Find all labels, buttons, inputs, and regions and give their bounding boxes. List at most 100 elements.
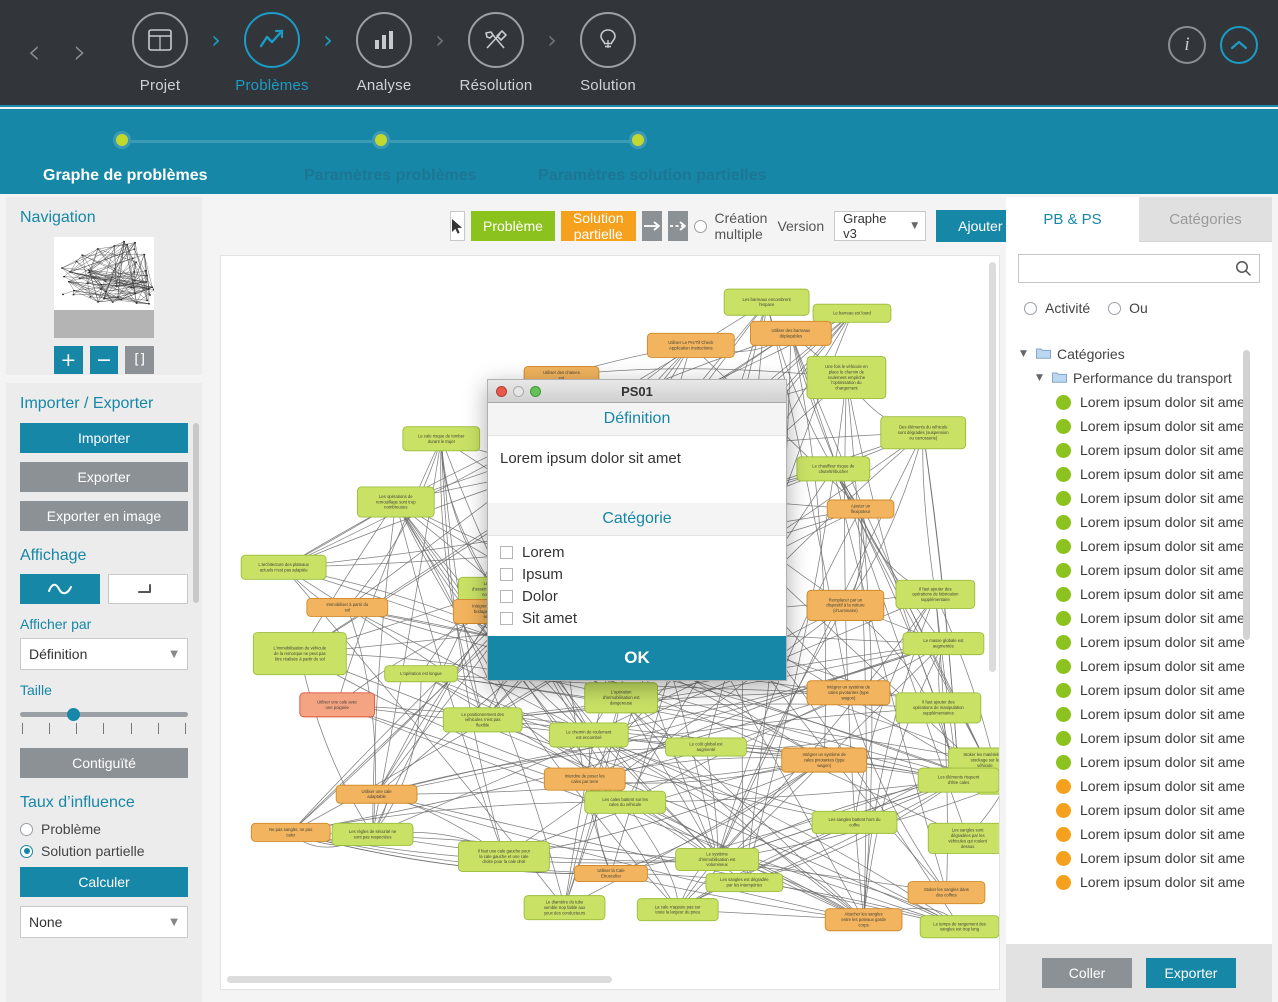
close-icon[interactable] (496, 386, 507, 397)
graph-node[interactable]: Le systèmed'immobilisation estvolumineux (676, 848, 759, 870)
graph-node[interactable]: Stoker les sangles dansdes coffres (908, 882, 985, 904)
graph-node[interactable]: Les opérations deremouillage sont tropno… (357, 487, 434, 517)
search-input[interactable] (1019, 255, 1259, 282)
tree-leaf-item[interactable]: Lorem ipsum dolor sit ame (1020, 510, 1272, 534)
graph-node[interactable]: Le chemin de roulementest encombré (549, 723, 628, 747)
ok-button[interactable]: OK (488, 636, 786, 680)
arrow-dashed-right-icon[interactable] (668, 211, 688, 241)
minimap-viewport[interactable] (54, 310, 154, 338)
graph-node[interactable]: Le barreau est lourd (813, 304, 891, 322)
graph-node[interactable]: La cale n'appuie pas surtoute la largeur… (637, 899, 718, 921)
checkbox[interactable] (500, 546, 513, 559)
graph-node[interactable]: L'opérationd'immobilisation estdangereus… (585, 683, 658, 713)
checkbox-item[interactable]: Ipsum (500, 566, 774, 583)
collapse-chevron-up-icon[interactable] (1220, 26, 1258, 64)
creation-multiple-toggle[interactable]: Création multiple (694, 210, 768, 242)
radio-activite[interactable]: Activité (1024, 300, 1090, 316)
tree-leaf-item[interactable]: Lorem ipsum dolor sit ame (1020, 702, 1272, 726)
checkbox[interactable] (500, 568, 513, 581)
graph-node[interactable]: Intégrer un système decales pivotantes (… (807, 681, 890, 705)
tree-leaf-item[interactable]: Lorem ipsum dolor sit ame (1020, 726, 1272, 750)
graph-node[interactable]: L'opération est longue (385, 666, 458, 682)
checkbox-item[interactable]: Lorem (500, 544, 774, 561)
graph-node[interactable]: Une fois le véhicule enplace le chemin d… (807, 356, 886, 398)
slider-thumb[interactable] (67, 708, 80, 721)
fit-to-screen-button[interactable]: [] (125, 346, 154, 374)
graph-node[interactable]: Le chauffeur risque dechute/trébucher (797, 457, 870, 481)
coller-button[interactable]: Coller (1042, 958, 1132, 988)
graph-node[interactable]: Le cale risque de tomberdurant le trajet (403, 427, 480, 451)
tree-leaf-item[interactable]: Lorem ipsum dolor sit ame (1020, 798, 1272, 822)
graph-node[interactable]: L'architecture des plateauxactuels n'est… (241, 555, 326, 579)
canvas-vertical-scrollbar[interactable] (989, 262, 996, 672)
step-line-icon[interactable] (108, 574, 188, 604)
tree-node-root[interactable]: ▼ Catégories (1020, 342, 1272, 366)
graph-node[interactable]: Le diamètre du tubesemble trop faible au… (524, 896, 605, 920)
tree-leaf-item[interactable]: Lorem ipsum dolor sit ame (1020, 462, 1272, 486)
radio-probleme[interactable]: Problème (20, 821, 188, 837)
chevron-down-icon[interactable]: ▼ (1036, 373, 1046, 383)
arrow-right-icon[interactable] (642, 211, 662, 241)
graph-node[interactable]: Attacher les sanglesentre les poteaux ga… (825, 909, 902, 931)
graph-node[interactable]: Le coût global estaugmenté (666, 738, 747, 756)
tree-leaf-item[interactable]: Lorem ipsum dolor sit ame (1020, 846, 1272, 870)
back-icon[interactable]: ‹ (18, 32, 50, 74)
checkbox[interactable] (500, 590, 513, 603)
graph-node[interactable]: Les cales battent sur lescales du véhicu… (585, 791, 666, 813)
tree-leaf-item[interactable]: Lorem ipsum dolor sit ame (1020, 558, 1272, 582)
graph-node[interactable]: Les sangles battent hors ducoffre (812, 811, 897, 833)
import-button[interactable]: Importer (20, 423, 188, 453)
step-problemes[interactable]: Problèmes (230, 12, 314, 94)
graph-node[interactable]: Remplacer par undispositif à la voiture(… (807, 590, 884, 620)
definition-text[interactable]: Lorem ipsum dolor sit amet (488, 436, 786, 503)
forward-icon[interactable]: › (64, 32, 96, 74)
graph-node[interactable]: Il faut une cale gauche pourla cale gauc… (458, 841, 549, 871)
step-resolution[interactable]: Résolution (454, 12, 538, 94)
export-image-button[interactable]: Exporter en image (20, 501, 188, 531)
tree-node-child[interactable]: ▼ Performance du transport (1020, 366, 1272, 390)
graph-node[interactable]: Il faut ajouter desopérations de manipul… (896, 693, 981, 723)
graph-node[interactable]: Utiliser une caleadaptable (336, 785, 417, 803)
graph-node[interactable]: Les règles de sécurité nesont pas respec… (332, 823, 413, 845)
graph-node[interactable]: Le masse globale estaugmentée (903, 633, 984, 655)
minimize-icon[interactable] (513, 386, 524, 397)
radio-solution-partielle[interactable]: Solution partielle (20, 843, 188, 859)
graph-node[interactable]: L'immobilisation du véhiculede la remorq… (253, 633, 346, 675)
search-box[interactable] (1018, 254, 1260, 283)
ps01-dialog[interactable]: PS01 Définition Lorem ipsum dolor sit am… (487, 379, 787, 681)
tab-categories[interactable]: Catégories (1139, 197, 1272, 242)
tree-leaf-item[interactable]: Lorem ipsum dolor sit ame (1020, 414, 1272, 438)
influence-none-select[interactable]: None ▼ (20, 906, 188, 938)
checkbox[interactable] (500, 612, 513, 625)
maximize-icon[interactable] (530, 386, 541, 397)
graph-node[interactable]: Utiliser une cale avecune poignée (300, 693, 375, 717)
step-analyse[interactable]: Analyse (342, 12, 426, 94)
graph-node[interactable]: Utiliser la CaleEtrusculier (575, 865, 648, 881)
step-solution[interactable]: Solution (566, 12, 650, 94)
graph-node[interactable]: Ne pas sangler, ne pascaler (251, 823, 330, 841)
probleme-button[interactable]: Problème (471, 211, 555, 241)
step-projet[interactable]: Projet (118, 12, 202, 94)
graph-node[interactable]: Le positionnement desvéhicules n'est pas… (443, 708, 522, 732)
checkbox-item[interactable]: Sit amet (500, 610, 774, 627)
sidebar-scrollbar[interactable] (193, 423, 199, 986)
graph-node[interactable]: Les sangles est dégradéepar les intempér… (706, 874, 783, 892)
version-select[interactable]: Graphe v3 ▼ (834, 211, 926, 241)
graph-node[interactable]: Les barreaux encombrentl'espace (724, 289, 809, 315)
calculer-button[interactable]: Calculer (20, 867, 188, 897)
taille-slider[interactable] (20, 708, 188, 720)
minimap[interactable] (54, 237, 154, 310)
tree-leaf-item[interactable]: Lorem ipsum dolor sit ame (1020, 654, 1272, 678)
tree-leaf-item[interactable]: Lorem ipsum dolor sit ame (1020, 774, 1272, 798)
graph-node[interactable]: Utiliser des barreauxdéplaçables (750, 321, 831, 345)
tab-pb-ps[interactable]: PB & PS (1006, 197, 1139, 242)
zoom-out-button[interactable]: − (90, 346, 119, 374)
tree-leaf-item[interactable]: Lorem ipsum dolor sit ame (1020, 390, 1272, 414)
graph-node[interactable]: Immobiliser à partir dusol (307, 598, 388, 616)
tree-leaf-item[interactable]: Lorem ipsum dolor sit ame (1020, 438, 1272, 462)
checkbox-item[interactable]: Dolor (500, 588, 774, 605)
wave-icon[interactable] (20, 574, 100, 604)
solution-partielle-button[interactable]: Solution partielle (561, 211, 636, 241)
graph-node[interactable]: Utiliser Le Pre'Tif CheckApplication Ins… (647, 333, 734, 357)
tree-leaf-item[interactable]: Lorem ipsum dolor sit ame (1020, 750, 1272, 774)
